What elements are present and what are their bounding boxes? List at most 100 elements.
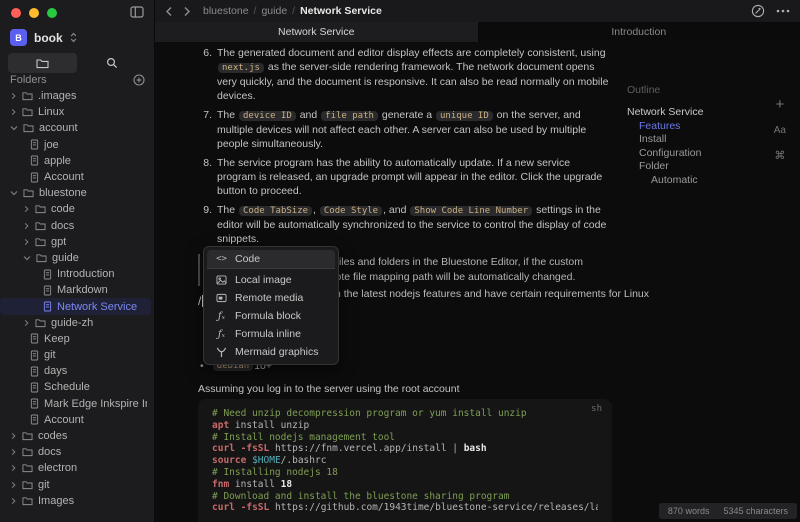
command-icon[interactable]: ⌘ [774,149,785,162]
folder-icon [22,480,33,490]
sidebar-toggle-icon[interactable] [130,6,144,18]
breadcrumb-root[interactable]: bluestone [203,5,249,17]
tree-item[interactable]: git [0,477,151,493]
folder-icon [35,318,46,328]
partially-covered-paragraph: n the latest nodejs features and have ce… [335,288,649,300]
maximize-button[interactable] [47,8,57,18]
tree-item[interactable]: bluestone [0,185,151,201]
file-icon [30,155,39,166]
tree-item[interactable]: account [0,120,151,136]
insert-icon[interactable]: + [776,98,785,112]
folder-icon [22,447,33,457]
tab-network-service[interactable]: Network Service [155,22,478,42]
menu-item[interactable]: ƒₓ Formula inline [207,325,335,343]
tree-item[interactable]: .images [0,88,151,104]
tree-item[interactable]: gpt [0,234,151,250]
tree-item[interactable]: days [0,363,151,379]
outline-item[interactable]: Features [627,120,772,134]
code-line: # Download and install the bluestone sha… [212,491,598,503]
menu-item[interactable]: <> Code [207,250,335,269]
breadcrumb-folder[interactable]: guide [261,5,287,17]
tree-item[interactable]: Linux [0,104,151,120]
code-language-badge[interactable]: sh [591,404,602,414]
menu-item[interactable]: Mermaid graphics [207,343,335,361]
tree-item[interactable]: Mark Edge Inkspire Inkdown [0,396,151,412]
tree-item-label: Introduction [57,268,114,280]
file-icon [43,301,52,312]
list-item: 9. The Code TabSize, Code Style, and Sho… [198,203,612,246]
outline-list: Network ServiceFeaturesInstallConfigurat… [627,106,772,187]
outline-item[interactable]: Automatic [627,174,772,188]
more-icon[interactable] [776,9,790,13]
tree-item[interactable]: code [0,201,151,217]
outline-item[interactable]: Network Service [627,106,772,120]
tree-item[interactable]: Schedule [0,379,151,395]
menu-glyph-icon: ƒₓ [215,311,228,322]
workspace-selector[interactable]: B book [10,29,77,46]
tree-item-label: Mark Edge Inkspire Inkdown [44,398,147,410]
tree-item[interactable]: Account [0,412,151,428]
tree-item[interactable]: Markdown [0,282,151,298]
tree-item-label: git [38,479,50,491]
list-item-text: The Code TabSize, Code Style, and Show C… [217,203,612,246]
folder-icon [22,463,33,473]
tree-item-label: account [39,122,78,134]
folder-icon [22,91,33,101]
breadcrumb[interactable]: bluestone / guide / Network Service [203,5,382,17]
list-item: 8. The service program has the ability t… [198,156,612,198]
tree-item[interactable]: Network Service [0,298,151,314]
back-icon[interactable] [165,6,173,17]
media-icon [215,293,228,303]
tree-item-label: guide-zh [51,317,93,329]
menu-item[interactable]: Remote media [207,289,335,307]
chevron-right-icon [10,92,17,100]
tree-item[interactable]: Keep [0,331,151,347]
tree-item-label: codes [38,430,67,442]
file-icon [43,269,52,280]
tab-introduction[interactable]: Introduction [478,22,800,42]
outline-item[interactable]: Folder [627,160,772,174]
tree-item[interactable]: git [0,347,151,363]
folder-icon [35,221,46,231]
add-folder-icon[interactable] [133,74,145,86]
menu-item[interactable]: ƒₓ Formula block [207,307,335,325]
file-icon [30,172,39,183]
tree-item-label: .images [38,90,77,102]
code-line: # Installing nodejs 18 [212,467,598,479]
tree-item-label: guide [52,252,79,264]
code-line: apt install unzip [212,420,598,432]
tree-item-label: Schedule [44,381,90,393]
tree-item[interactable]: electron [0,460,151,476]
outline-item[interactable]: Configuration [627,147,772,161]
code-line: fnm install 18 [212,479,598,491]
minimize-button[interactable] [29,8,39,18]
typography-icon[interactable]: Aa [774,125,786,136]
tree-item[interactable]: docs [0,444,151,460]
tree-item[interactable]: guide-zh [0,315,151,331]
chevron-right-icon [10,432,17,440]
share-icon[interactable] [751,4,765,18]
tree-item-label: apple [44,155,71,167]
chevron-updown-icon [70,32,77,43]
tree-item[interactable]: Introduction [0,266,151,282]
breadcrumb-separator: / [292,5,295,17]
tree-item[interactable]: guide [0,250,151,266]
tree-item[interactable]: apple [0,153,151,169]
tree-item[interactable]: joe [0,137,151,153]
tab-search[interactable] [77,53,146,73]
outline-item[interactable]: Install [627,133,772,147]
folder-icon [35,204,46,214]
tree-item[interactable]: codes [0,428,151,444]
menu-item-label: Remote media [235,292,303,304]
word-count: 870 words [668,506,710,516]
tree-item[interactable]: Images [0,493,151,509]
list-item-text: The service program has the ability to a… [217,156,612,198]
tree-item[interactable]: Account [0,169,151,185]
forward-icon[interactable] [183,6,191,17]
tree-item[interactable]: docs [0,218,151,234]
close-button[interactable] [11,8,21,18]
menu-item[interactable]: Local image [207,271,335,289]
editor-area[interactable]: 6. The generated document and editor dis… [155,42,800,522]
list-item-number: 8. [198,156,212,198]
tab-files[interactable] [8,53,77,73]
